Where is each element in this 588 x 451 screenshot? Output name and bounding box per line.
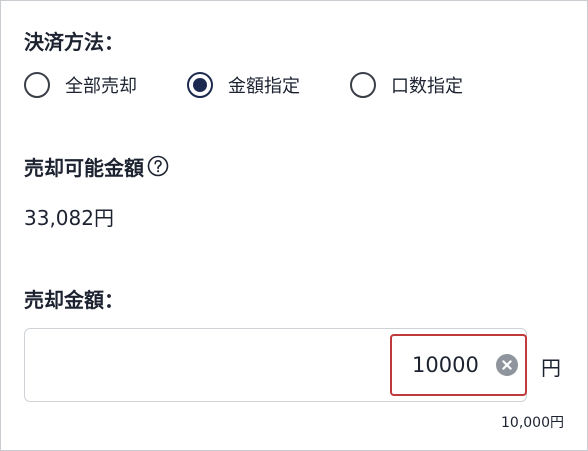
sell-amount-input[interactable]: 10000 [390,334,527,396]
sell-amount-unit: 円 [541,356,561,380]
radio-amount-specified[interactable]: 金額指定 [187,69,300,101]
sell-amount-input-value[interactable]: 10000 [412,353,479,377]
radio-units-specified[interactable]: 口数指定 [350,69,463,101]
sell-amount-formatted: 10,000円 [501,415,564,431]
radio-label-amount-specified: 金額指定 [228,76,300,97]
radio-circle-checked[interactable] [187,72,213,98]
payment-method-label: 決済方法： [24,30,124,54]
radio-circle-unchecked[interactable] [24,72,50,98]
available-amount-header: 売却可能金額 [24,152,169,180]
sell-amount-label: 売却金額： [24,288,124,312]
radio-label-sell-all: 全部売却 [65,76,137,97]
clear-circle-icon[interactable] [496,354,518,376]
radio-circle-unchecked[interactable] [350,72,376,98]
radio-selected-dot [193,78,207,92]
question-circle-icon[interactable] [147,155,169,177]
radio-sell-all[interactable]: 全部売却 [24,69,137,101]
radio-label-units-specified: 口数指定 [391,76,463,97]
available-amount-value: 33,082円 [24,206,114,230]
available-amount-label: 売却可能金額 [24,155,144,180]
